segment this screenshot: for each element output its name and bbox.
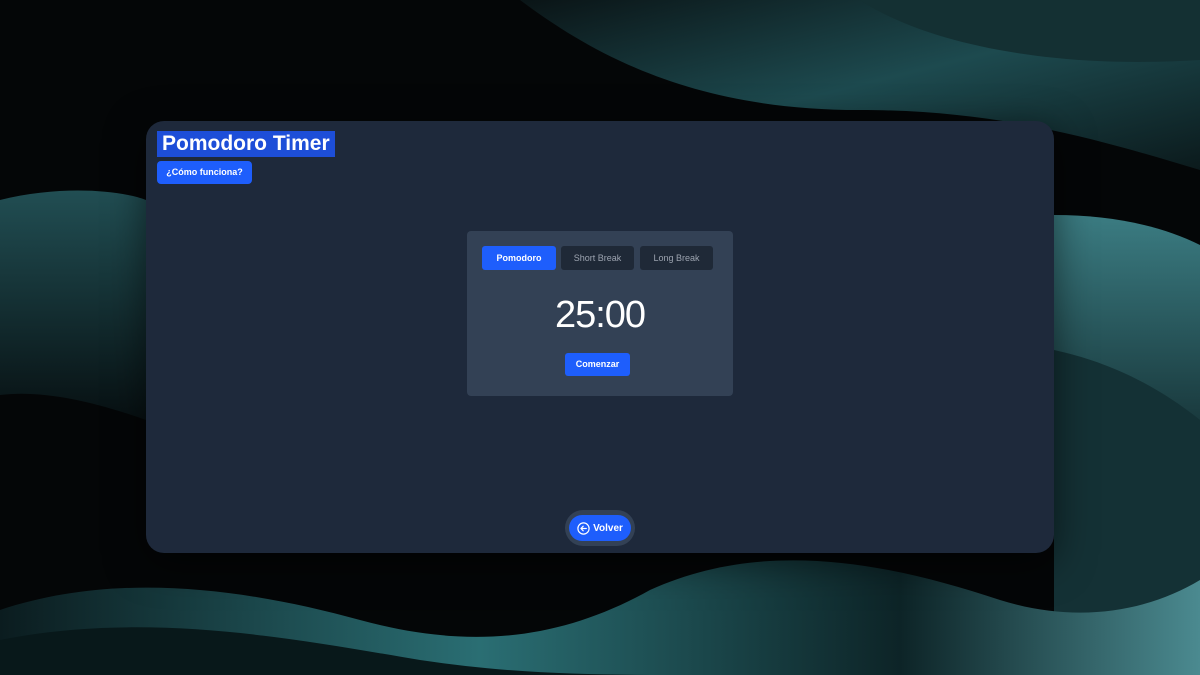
desktop: Pomodoro Timer ¿Cómo funciona? Pomodoro … [0,0,1200,675]
timer-display: 25:00 [554,294,646,336]
tab-short-break[interactable]: Short Break [561,246,634,270]
back-button-container: Volver [565,510,635,546]
page-title: Pomodoro Timer [157,131,335,157]
start-button[interactable]: Comenzar [565,353,630,376]
tab-long-break[interactable]: Long Break [640,246,713,270]
arrow-left-circle-icon [577,521,590,535]
timer-card: Pomodoro Short Break Long Break 25:00 Co… [467,231,733,396]
back-button-label: Volver [593,522,623,534]
app-window: Pomodoro Timer ¿Cómo funciona? Pomodoro … [146,121,1054,553]
back-button[interactable]: Volver [569,515,631,541]
how-it-works-button[interactable]: ¿Cómo funciona? [157,161,252,184]
tab-pomodoro[interactable]: Pomodoro [482,246,556,270]
